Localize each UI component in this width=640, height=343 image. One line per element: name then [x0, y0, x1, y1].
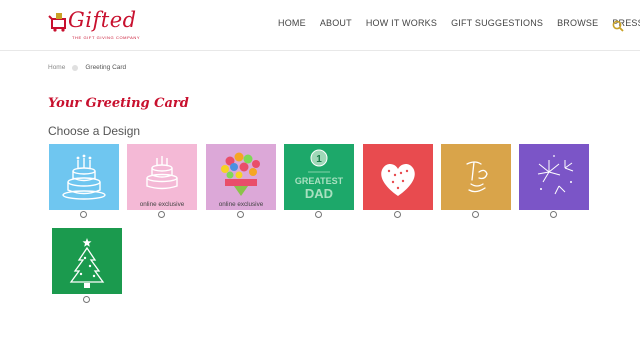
- design-radio-flower-bouquet[interactable]: [237, 211, 244, 218]
- brand-logo[interactable]: Gifted THE GIFT GIVING COMPANY: [46, 6, 146, 46]
- nav-browse[interactable]: BROWSE: [557, 18, 598, 28]
- breadcrumb-home[interactable]: Home: [48, 64, 65, 71]
- design-caption: online exclusive: [218, 201, 264, 208]
- design-card-christmas-tree[interactable]: [52, 228, 122, 294]
- heart-icon: [363, 144, 433, 210]
- svg-text:DAD: DAD: [305, 186, 333, 201]
- design-card-flower-bouquet[interactable]: online exclusive: [206, 144, 276, 210]
- design-radio-heart[interactable]: [394, 211, 401, 218]
- design-card-heart[interactable]: [363, 144, 433, 210]
- birthday-cake-icon: [49, 144, 119, 210]
- breadcrumb: Home Greeting Card: [48, 64, 126, 71]
- brand-tagline: THE GIFT GIVING COMPANY: [72, 35, 141, 40]
- fireworks-icon: [519, 144, 589, 210]
- design-card-birthday-cake-blue[interactable]: [49, 144, 119, 210]
- thank-you-icon: [441, 144, 511, 210]
- design-radio-greatest-dad[interactable]: [315, 211, 322, 218]
- svg-text:GREATEST: GREATEST: [295, 176, 344, 186]
- design-radio-thank-you[interactable]: [472, 211, 479, 218]
- brand-name: Gifted: [68, 8, 137, 32]
- design-card-birthday-cake-pink[interactable]: online exclusive: [127, 144, 197, 210]
- site-header: Gifted THE GIFT GIVING COMPANY HOME ABOU…: [0, 0, 640, 51]
- design-radio-birthday-cake-pink[interactable]: [158, 211, 165, 218]
- design-card-greatest-dad[interactable]: 1 GREATEST DAD: [284, 144, 354, 210]
- design-card-thank-you[interactable]: [441, 144, 511, 210]
- nav-gift-suggestions[interactable]: GIFT SUGGESTIONS: [451, 18, 543, 28]
- breadcrumb-current: Greeting Card: [85, 64, 127, 71]
- design-radio-fireworks[interactable]: [550, 211, 557, 218]
- gift-cart-icon: [48, 13, 66, 32]
- design-card-fireworks[interactable]: [519, 144, 589, 210]
- search-icon[interactable]: [612, 20, 624, 32]
- christmas-tree-icon: [52, 228, 122, 294]
- breadcrumb-separator: [72, 64, 79, 71]
- page-title: Your Greeting Card: [48, 96, 189, 111]
- design-caption: online exclusive: [139, 201, 185, 208]
- nav-home[interactable]: HOME: [278, 18, 306, 28]
- design-radio-birthday-cake-blue[interactable]: [80, 211, 87, 218]
- medal-icon: 1 GREATEST DAD: [284, 144, 354, 210]
- nav-about[interactable]: ABOUT: [320, 18, 352, 28]
- nav-how-it-works[interactable]: HOW IT WORKS: [366, 18, 437, 28]
- design-radio-christmas-tree[interactable]: [83, 296, 90, 303]
- main-nav: HOME ABOUT HOW IT WORKS GIFT SUGGESTIONS…: [278, 18, 640, 28]
- svg-text:1: 1: [316, 154, 322, 165]
- section-title: Choose a Design: [48, 124, 141, 138]
